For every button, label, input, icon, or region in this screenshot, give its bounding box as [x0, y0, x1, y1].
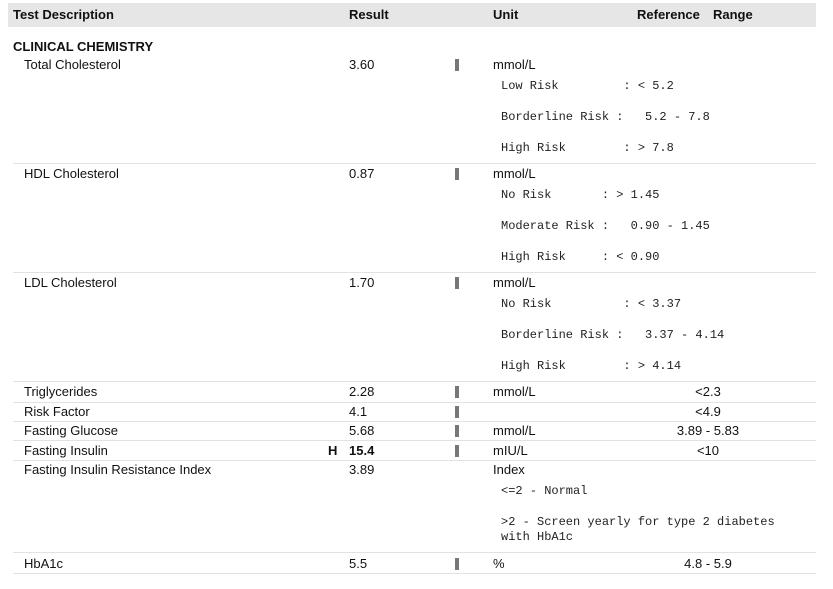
- test-name: Total Cholesterol: [24, 57, 121, 72]
- reference-note: >2 - Screen yearly for type 2 diabetes: [501, 515, 775, 529]
- reference-note: Borderline Risk : 5.2 - 7.8: [501, 110, 710, 124]
- table-row-insulin-resistance-index: Fasting Insulin Resistance Index 3.89 In…: [13, 462, 816, 553]
- reference-range: <2.3: [695, 384, 721, 399]
- test-unit: mmol/L: [493, 57, 536, 72]
- table-row-fasting-glucose: Fasting Glucose 5.68 mmol/L 3.89 - 5.83: [13, 423, 816, 441]
- test-result: 3.89: [349, 462, 375, 477]
- test-unit: %: [493, 556, 505, 571]
- test-result: 5.68: [349, 423, 375, 438]
- reference-note: High Risk : > 4.14: [501, 359, 682, 373]
- reference-note: Low Risk : < 5.2: [501, 79, 674, 93]
- test-name: Triglycerides: [24, 384, 98, 399]
- test-name: HDL Cholesterol: [24, 166, 119, 181]
- reference-note: Borderline Risk : 3.37 - 4.14: [501, 328, 725, 342]
- test-unit: mmol/L: [493, 275, 536, 290]
- test-result: 5.5: [349, 556, 368, 571]
- table-row-hba1c: HbA1c 5.5 % 4.8 - 5.9: [13, 556, 816, 574]
- test-unit: Index: [493, 462, 525, 477]
- reference-note: High Risk : < 0.90: [501, 250, 660, 264]
- reference-note: High Risk : > 7.8: [501, 141, 674, 155]
- test-result: 2.28: [349, 384, 375, 399]
- reference-range: 3.89 - 5.83: [676, 423, 740, 438]
- result-bar: [455, 277, 459, 289]
- table-row-fasting-insulin: Fasting Insulin H 15.4 mIU/L <10: [13, 443, 816, 461]
- test-result: 0.87: [349, 166, 375, 181]
- table-row-risk-factor: Risk Factor 4.1 <4.9: [13, 404, 816, 422]
- reference-note: No Risk : < 3.37: [501, 297, 682, 311]
- test-result: 3.60: [349, 57, 375, 72]
- test-name: Fasting Glucose: [24, 423, 118, 438]
- result-bar: [455, 425, 459, 437]
- result-bar: [455, 386, 459, 398]
- result-bar: [455, 59, 459, 71]
- table-row-hdl-cholesterol: HDL Cholesterol 0.87 mmol/L No Risk : > …: [13, 166, 816, 273]
- table-row-triglycerides: Triglycerides 2.28 mmol/L <2.3: [13, 384, 816, 403]
- reference-range: 4.8 - 5.9: [684, 556, 732, 571]
- result-bar: [455, 168, 459, 180]
- table-header: Test Description Result Unit Reference R…: [8, 3, 816, 27]
- result-bar: [455, 558, 459, 570]
- header-unit: Unit: [493, 7, 519, 22]
- test-unit: mmol/L: [493, 423, 536, 438]
- test-unit: mIU/L: [493, 443, 528, 458]
- test-name: LDL Cholesterol: [24, 275, 117, 290]
- table-row-total-cholesterol: Total Cholesterol 3.60 mmol/L Low Risk :…: [13, 57, 816, 164]
- header-reference: Reference: [637, 7, 700, 22]
- table-row-ldl-cholesterol: LDL Cholesterol 1.70 mmol/L No Risk : < …: [13, 275, 816, 382]
- test-result: 15.4: [349, 443, 375, 458]
- reference-range: <4.9: [695, 404, 721, 419]
- test-name: Fasting Insulin Resistance Index: [24, 462, 212, 477]
- reference-note: <=2 - Normal: [501, 484, 588, 498]
- test-unit: mmol/L: [493, 384, 536, 399]
- test-name: Risk Factor: [24, 404, 90, 419]
- result-bar: [455, 406, 459, 418]
- header-result: Result: [349, 7, 389, 22]
- test-unit: mmol/L: [493, 166, 536, 181]
- test-name: HbA1c: [24, 556, 64, 571]
- test-result: 4.1: [349, 404, 368, 419]
- test-result: 1.70: [349, 275, 375, 290]
- header-test-description: Test Description: [13, 7, 114, 22]
- reference-note: Moderate Risk : 0.90 - 1.45: [501, 219, 710, 233]
- reference-range: <10: [696, 443, 720, 458]
- header-range: Range: [713, 7, 753, 22]
- abnormal-flag: H: [328, 443, 338, 458]
- test-name: Fasting Insulin: [24, 443, 108, 458]
- reference-note: with HbA1c: [501, 530, 574, 544]
- section-title: CLINICAL CHEMISTRY: [13, 39, 154, 54]
- reference-note: No Risk : > 1.45: [501, 188, 660, 202]
- result-bar: [455, 445, 459, 457]
